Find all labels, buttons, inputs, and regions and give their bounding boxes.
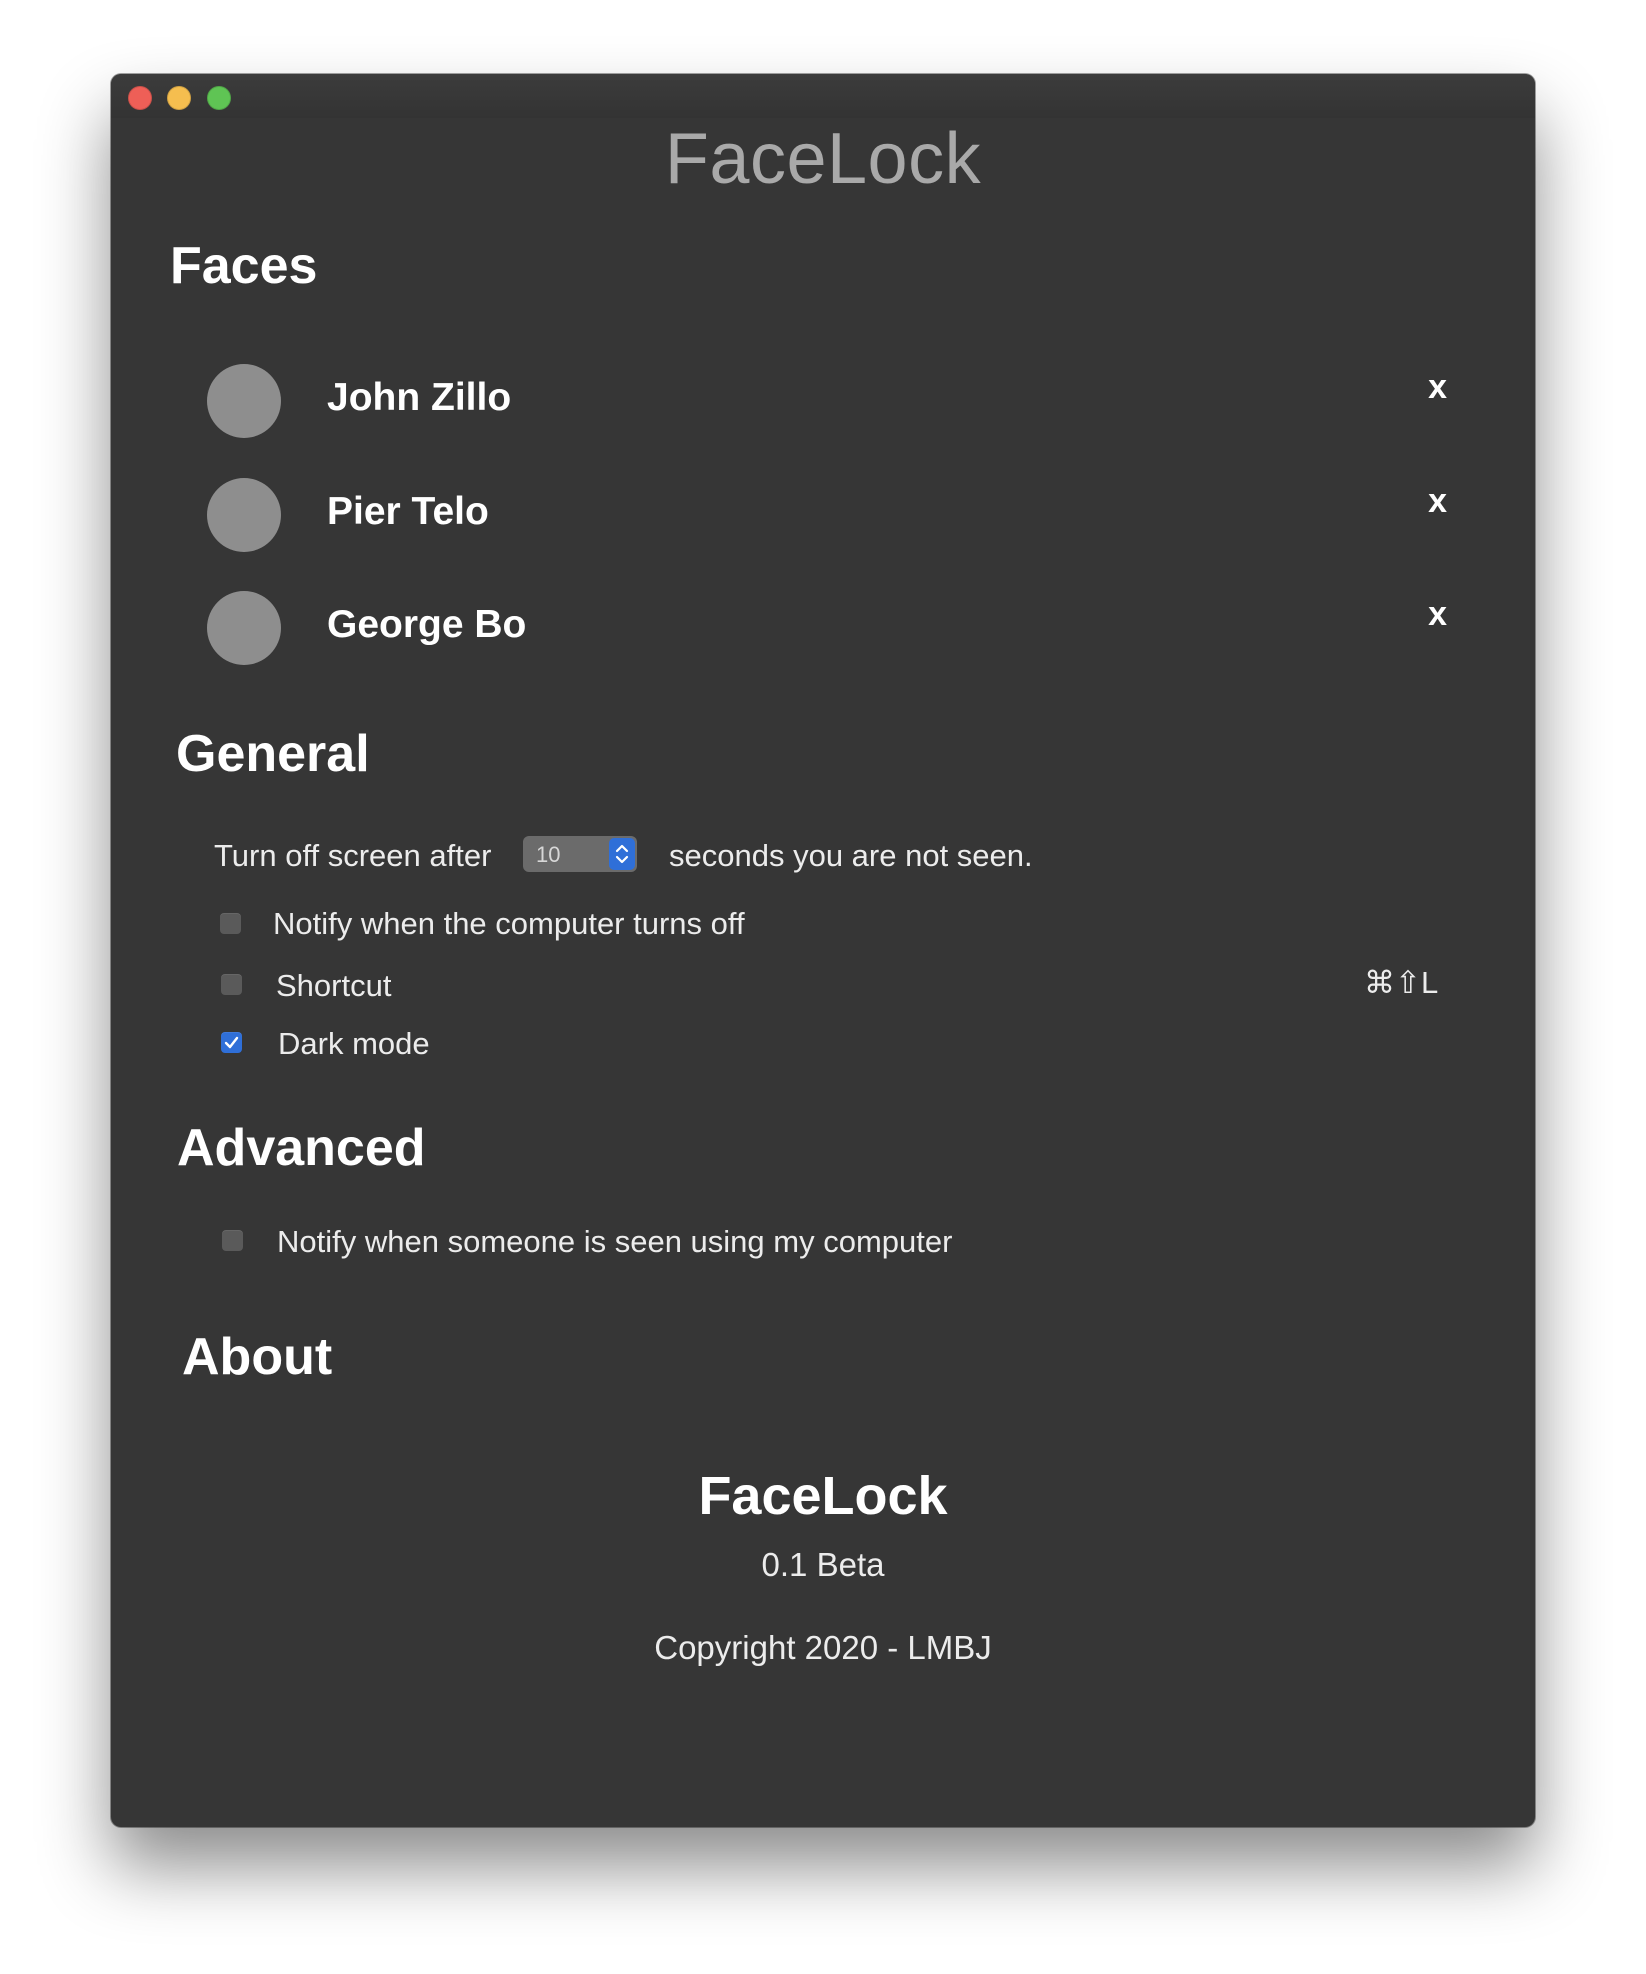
notify-seen-label: Notify when someone is seen using my com… <box>277 1224 953 1259</box>
close-window-button[interactable] <box>128 86 152 110</box>
screen-off-prefix: Turn off screen after <box>214 838 492 873</box>
app-title: FaceLock <box>664 119 982 199</box>
about-heading: About <box>182 1328 333 1386</box>
stepper-arrows-icon[interactable] <box>609 838 635 870</box>
general-heading: General <box>176 725 370 783</box>
checkmark-icon <box>224 1036 239 1049</box>
shortcut-keys[interactable]: ⌘⇧L <box>1364 965 1438 1001</box>
maximize-window-button[interactable] <box>207 86 231 110</box>
shortcut-checkbox[interactable] <box>221 974 242 995</box>
dark-mode-label: Dark mode <box>278 1026 430 1061</box>
notify-seen-checkbox[interactable] <box>222 1230 243 1251</box>
faces-heading: Faces <box>170 237 318 295</box>
screen-off-suffix: seconds you are not seen. <box>669 838 1033 873</box>
dark-mode-checkbox[interactable] <box>221 1032 242 1053</box>
face-row: George Bo x <box>207 591 1447 665</box>
about-app-name: FaceLock <box>698 1466 948 1526</box>
about-copyright: Copyright 2020 - LMBJ <box>654 1629 992 1666</box>
avatar <box>207 364 281 438</box>
notify-off-checkbox[interactable] <box>220 913 241 934</box>
remove-face-button[interactable]: x <box>1428 595 1447 634</box>
remove-face-button[interactable]: x <box>1428 368 1447 407</box>
avatar <box>207 478 281 552</box>
about-version: 0.1 Beta <box>761 1546 885 1583</box>
screen-off-stepper[interactable]: 10 <box>523 836 637 872</box>
shortcut-label: Shortcut <box>276 968 392 1003</box>
notify-off-label: Notify when the computer turns off <box>273 906 745 941</box>
minimize-window-button[interactable] <box>167 86 191 110</box>
avatar <box>207 591 281 665</box>
face-name: Pier Telo <box>327 490 489 533</box>
remove-face-button[interactable]: x <box>1428 482 1447 521</box>
face-row: Pier Telo x <box>207 478 1447 552</box>
face-name: John Zillo <box>327 376 512 419</box>
title-bar[interactable] <box>111 74 1535 118</box>
face-row: John Zillo x <box>207 364 1447 438</box>
settings-window: FaceLock Faces John Zillo x Pier Telo x … <box>111 74 1535 1827</box>
face-name: George Bo <box>327 603 527 646</box>
screen-off-value[interactable]: 10 <box>536 842 560 868</box>
advanced-heading: Advanced <box>177 1119 426 1177</box>
